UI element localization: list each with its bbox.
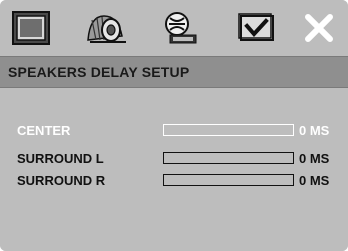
delay-value: 0 MS <box>299 151 330 166</box>
speaker-delay-list: CENTER 0 MS SURROUND L 0 MS SURROUND R 0… <box>0 88 348 251</box>
delay-slider[interactable] <box>163 124 294 136</box>
setup-tab-bar <box>0 0 348 56</box>
tab-preference-setup[interactable] <box>235 10 281 46</box>
delay-value: 0 MS <box>299 173 330 188</box>
speaker-icon <box>87 15 126 43</box>
checkmark-screen-icon <box>238 13 274 41</box>
close-icon <box>305 14 333 42</box>
delay-slider[interactable] <box>163 174 294 186</box>
section-header: SPEAKERS DELAY SETUP <box>0 56 348 88</box>
delay-slider[interactable] <box>163 152 294 164</box>
speaker-label: CENTER <box>17 123 71 138</box>
dolby-icon <box>165 12 197 44</box>
tab-dolby-setup[interactable] <box>156 10 202 46</box>
speaker-row-center[interactable]: CENTER 0 MS <box>0 122 348 140</box>
speaker-label: SURROUND L <box>17 151 104 166</box>
tab-exit[interactable] <box>296 10 342 46</box>
speaker-row-surround-l[interactable]: SURROUND L 0 MS <box>0 150 348 168</box>
delay-value: 0 MS <box>299 123 330 138</box>
setup-menu-screen: SPEAKERS DELAY SETUP CENTER 0 MS SURROUN… <box>0 0 348 251</box>
tab-audio-setup[interactable] <box>84 10 130 46</box>
tab-general-setup[interactable] <box>11 10 57 46</box>
page-title: SPEAKERS DELAY SETUP <box>8 64 190 80</box>
tv-screen-icon <box>12 11 50 45</box>
speaker-label: SURROUND R <box>17 173 106 188</box>
speaker-row-surround-r[interactable]: SURROUND R 0 MS <box>0 172 348 190</box>
